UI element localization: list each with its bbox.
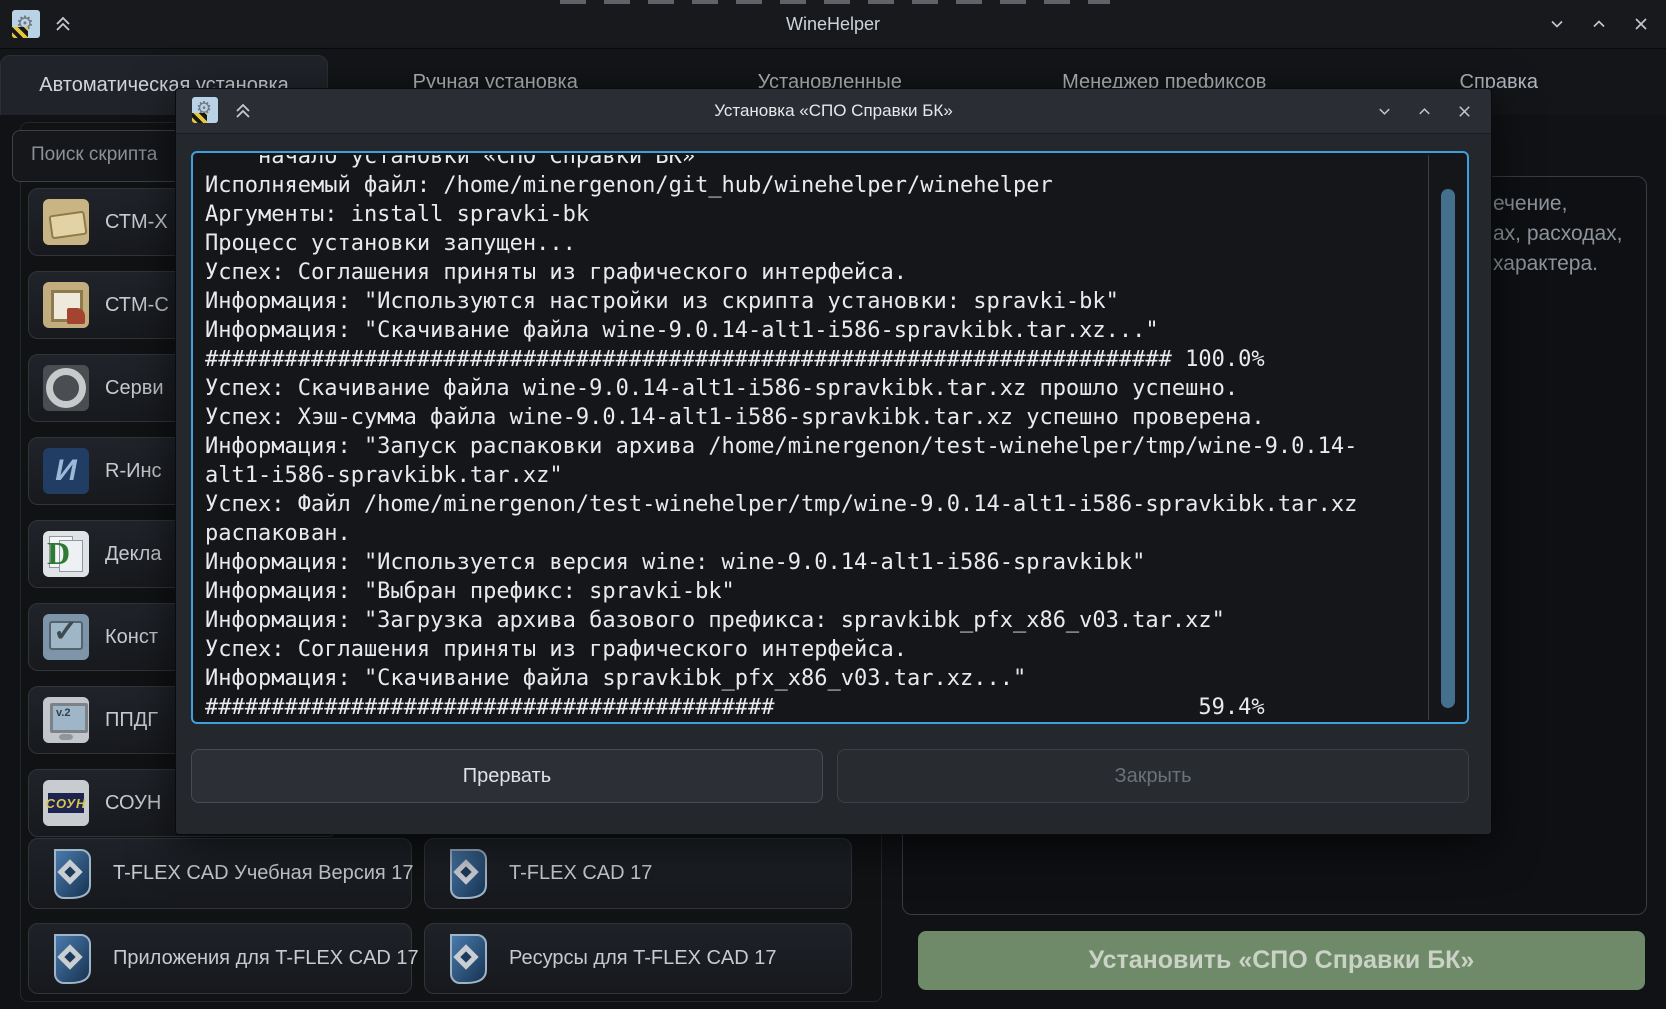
dialog-title: Установка «СПО Справки БК»: [176, 89, 1491, 133]
dialog-buttons: Прервать Закрыть: [191, 749, 1469, 803]
minimize-button[interactable]: [1546, 13, 1568, 35]
script-card[interactable]: T-FLEX CAD Учебная Версия 17: [28, 838, 412, 909]
card-label: T-FLEX CAD 17: [509, 862, 652, 885]
service-ring-icon: [43, 365, 89, 411]
close-button[interactable]: [1630, 13, 1652, 35]
window-title: WineHelper: [0, 0, 1666, 48]
script-cards: T-FLEX CAD Учебная Версия 17 T-FLEX CAD 1…: [28, 838, 854, 993]
card-label: T-FLEX CAD Учебная Версия 17: [113, 862, 414, 885]
stm-c-frame-icon: [43, 282, 89, 328]
main-titlebar: ⚙ WineHelper: [0, 0, 1666, 49]
install-log-text: начало установки «СПО Справки БК» Исполн…: [195, 155, 1357, 720]
install-button-label: Установить «СПО Справки БК»: [1089, 946, 1475, 975]
script-item-label: СТМ-С: [105, 294, 169, 317]
dialog-window-controls: [1373, 89, 1475, 133]
close-dialog-button: Закрыть: [837, 749, 1469, 803]
script-item-label: Конст: [105, 626, 158, 649]
install-log-box: начало установки «СПО Справки БК» Исполн…: [191, 151, 1469, 724]
card-label: Приложения для T-FLEX CAD 17: [113, 947, 419, 970]
scrollbar-track[interactable]: [1428, 155, 1429, 720]
install-dialog: ⚙ Установка «СПО Справки БК» начало уста…: [175, 88, 1492, 835]
dialog-minimize-button[interactable]: [1373, 100, 1395, 122]
script-card[interactable]: Приложения для T-FLEX CAD 17: [28, 923, 412, 994]
description-text: ечение, ах, расходах, характера.: [1493, 189, 1622, 279]
tflex-shield-icon: [49, 934, 91, 984]
maximize-button[interactable]: [1588, 13, 1610, 35]
scrollbar-thumb[interactable]: [1441, 189, 1455, 708]
dialog-maximize-button[interactable]: [1413, 100, 1435, 122]
dialog-close-button[interactable]: [1453, 100, 1475, 122]
script-item-label: СТМ-Х: [105, 211, 168, 234]
r-info-blue-icon: И: [43, 448, 89, 494]
install-spo-spravki-bk-button[interactable]: Установить «СПО Справки БК»: [918, 931, 1645, 990]
script-item-label: R-Инс: [105, 460, 162, 483]
script-item-label: ППДГ: [105, 709, 158, 732]
soun-badge-icon: СОУН: [43, 780, 89, 826]
declaration-green-d-icon: D: [43, 531, 89, 577]
winehelper-window: ⚙ WineHelper Автоматическая установкаРуч…: [0, 0, 1666, 1009]
occluded-window-edge: [560, 0, 1110, 4]
card-label: Ресурсы для T-FLEX CAD 17: [509, 947, 777, 970]
script-item-label: Серви: [105, 377, 164, 400]
script-card[interactable]: Ресурсы для T-FLEX CAD 17: [424, 923, 852, 994]
monitor-v2-icon: v.2: [43, 697, 89, 743]
script-item-label: Декла: [105, 543, 161, 566]
main-window-controls: [1546, 0, 1652, 48]
abort-button[interactable]: Прервать: [191, 749, 823, 803]
search-placeholder: Поиск скрипта: [31, 131, 157, 179]
install-log-viewport[interactable]: начало установки «СПО Справки БК» Исполн…: [195, 155, 1427, 720]
tflex-shield-icon: [49, 849, 91, 899]
stm-x-folder-icon: [43, 199, 89, 245]
tflex-shield-icon: [445, 849, 487, 899]
monitor-checkmark-icon: ✓: [43, 614, 89, 660]
tflex-shield-icon: [445, 934, 487, 984]
script-card[interactable]: T-FLEX CAD 17: [424, 838, 852, 909]
dialog-titlebar: ⚙ Установка «СПО Справки БК»: [176, 89, 1491, 134]
script-item-label: СОУН: [105, 792, 161, 815]
